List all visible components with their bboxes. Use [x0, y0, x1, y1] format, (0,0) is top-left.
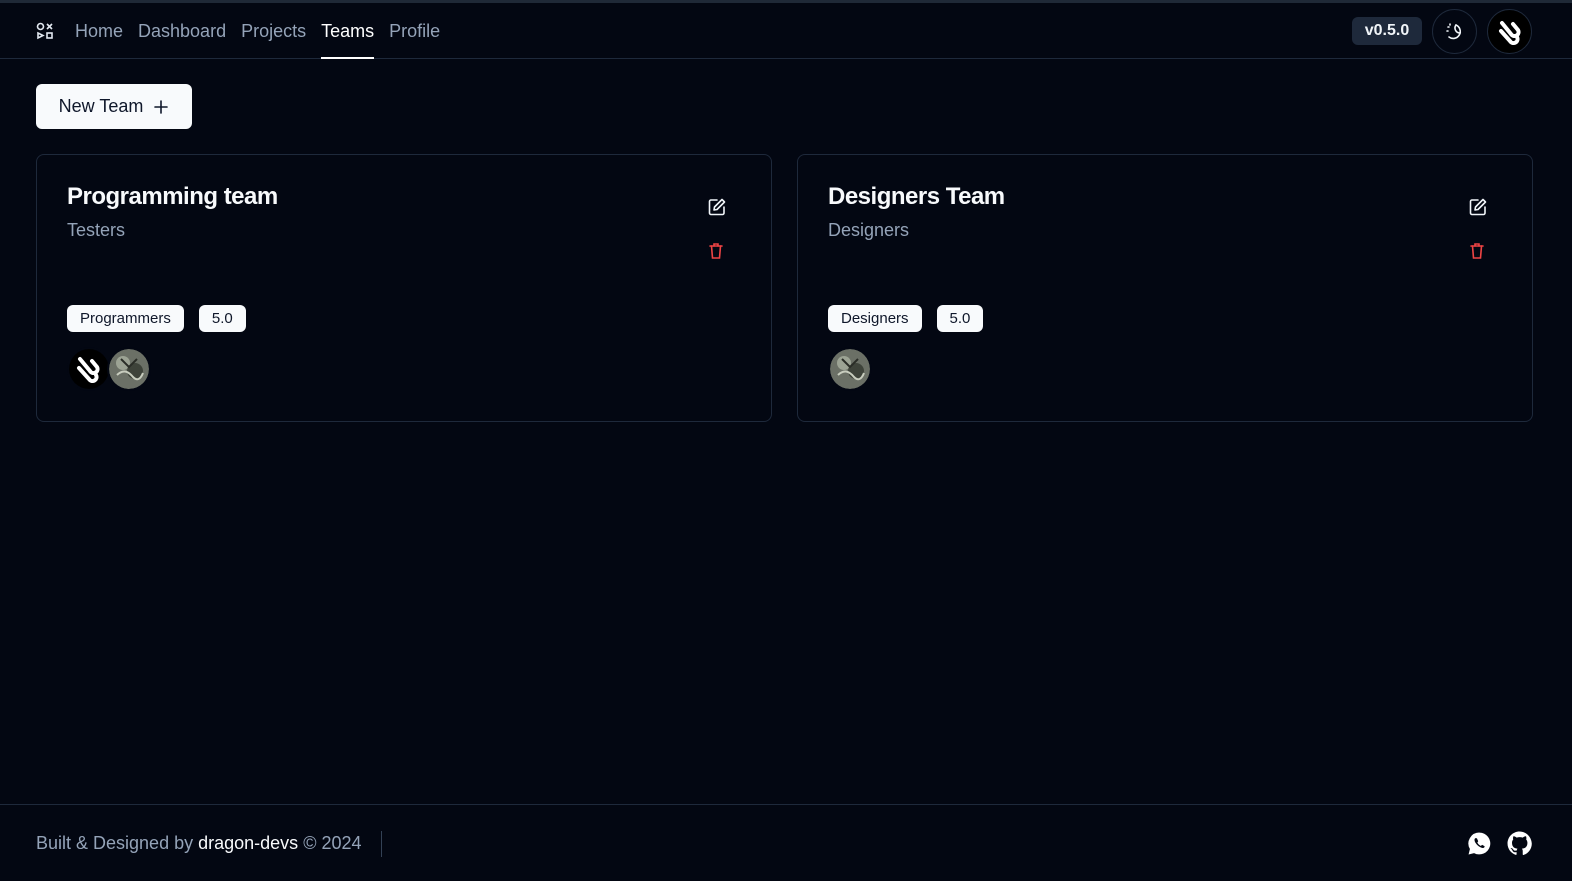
- footer-prefix: Built & Designed by: [36, 833, 194, 853]
- app-logo-icon[interactable]: [36, 22, 54, 40]
- team-members: [67, 347, 151, 391]
- nav-projects[interactable]: Projects: [241, 3, 306, 59]
- team-subtitle: Testers: [67, 220, 126, 240]
- user-avatar-button[interactable]: [1487, 9, 1532, 54]
- theme-toggle-button[interactable]: [1432, 9, 1477, 54]
- nav-teams[interactable]: Teams: [321, 3, 375, 59]
- main-nav: Home Dashboard Projects Teams Profile: [75, 3, 440, 59]
- dragon-devs-avatar: [1498, 20, 1520, 45]
- team-title: Designers Team: [828, 183, 1005, 210]
- page-footer: Built & Designed by dragon-devs © 2024: [0, 804, 1572, 881]
- role-badge: Programmers: [67, 305, 184, 332]
- team-badges: Designers 5.0: [828, 305, 984, 332]
- edit-icon[interactable]: [1468, 197, 1488, 217]
- footer-author-link[interactable]: dragon-devs: [198, 833, 298, 853]
- new-team-button[interactable]: New Team: [36, 84, 192, 129]
- member-avatar[interactable]: [67, 347, 111, 391]
- rating-badge: 5.0: [936, 305, 984, 332]
- footer-copyright: © 2024: [303, 833, 362, 853]
- member-avatar[interactable]: [828, 347, 872, 391]
- trash-icon[interactable]: [708, 242, 724, 260]
- nav-dashboard[interactable]: Dashboard: [138, 3, 226, 59]
- whatsapp-icon[interactable]: [1467, 831, 1492, 856]
- team-card: Programming team Testers Programmers 5.0: [36, 154, 772, 422]
- github-icon[interactable]: [1507, 831, 1532, 856]
- version-badge: v0.5.0: [1352, 17, 1422, 45]
- nav-home[interactable]: Home: [75, 3, 123, 59]
- new-team-label: New Team: [58, 96, 144, 116]
- rating-badge: 5.0: [198, 305, 246, 332]
- team-title: Programming team: [67, 183, 278, 210]
- plus-icon: [154, 99, 169, 114]
- role-badge: Designers: [828, 305, 922, 332]
- member-avatar[interactable]: [107, 347, 151, 391]
- team-card: Designers Team Designers Designers 5.0: [797, 154, 1533, 422]
- trash-icon[interactable]: [1469, 242, 1485, 260]
- moon-sun-icon: [1445, 22, 1461, 39]
- team-subtitle: Designers: [828, 220, 910, 240]
- edit-icon[interactable]: [707, 197, 727, 217]
- team-members: [828, 347, 872, 391]
- footer-credit: Built & Designed by dragon-devs © 2024: [36, 833, 362, 854]
- footer-divider: [381, 831, 382, 857]
- top-navbar: Home Dashboard Projects Teams Profile v0…: [0, 3, 1572, 59]
- nav-profile[interactable]: Profile: [389, 3, 440, 59]
- team-badges: Programmers 5.0: [67, 305, 246, 332]
